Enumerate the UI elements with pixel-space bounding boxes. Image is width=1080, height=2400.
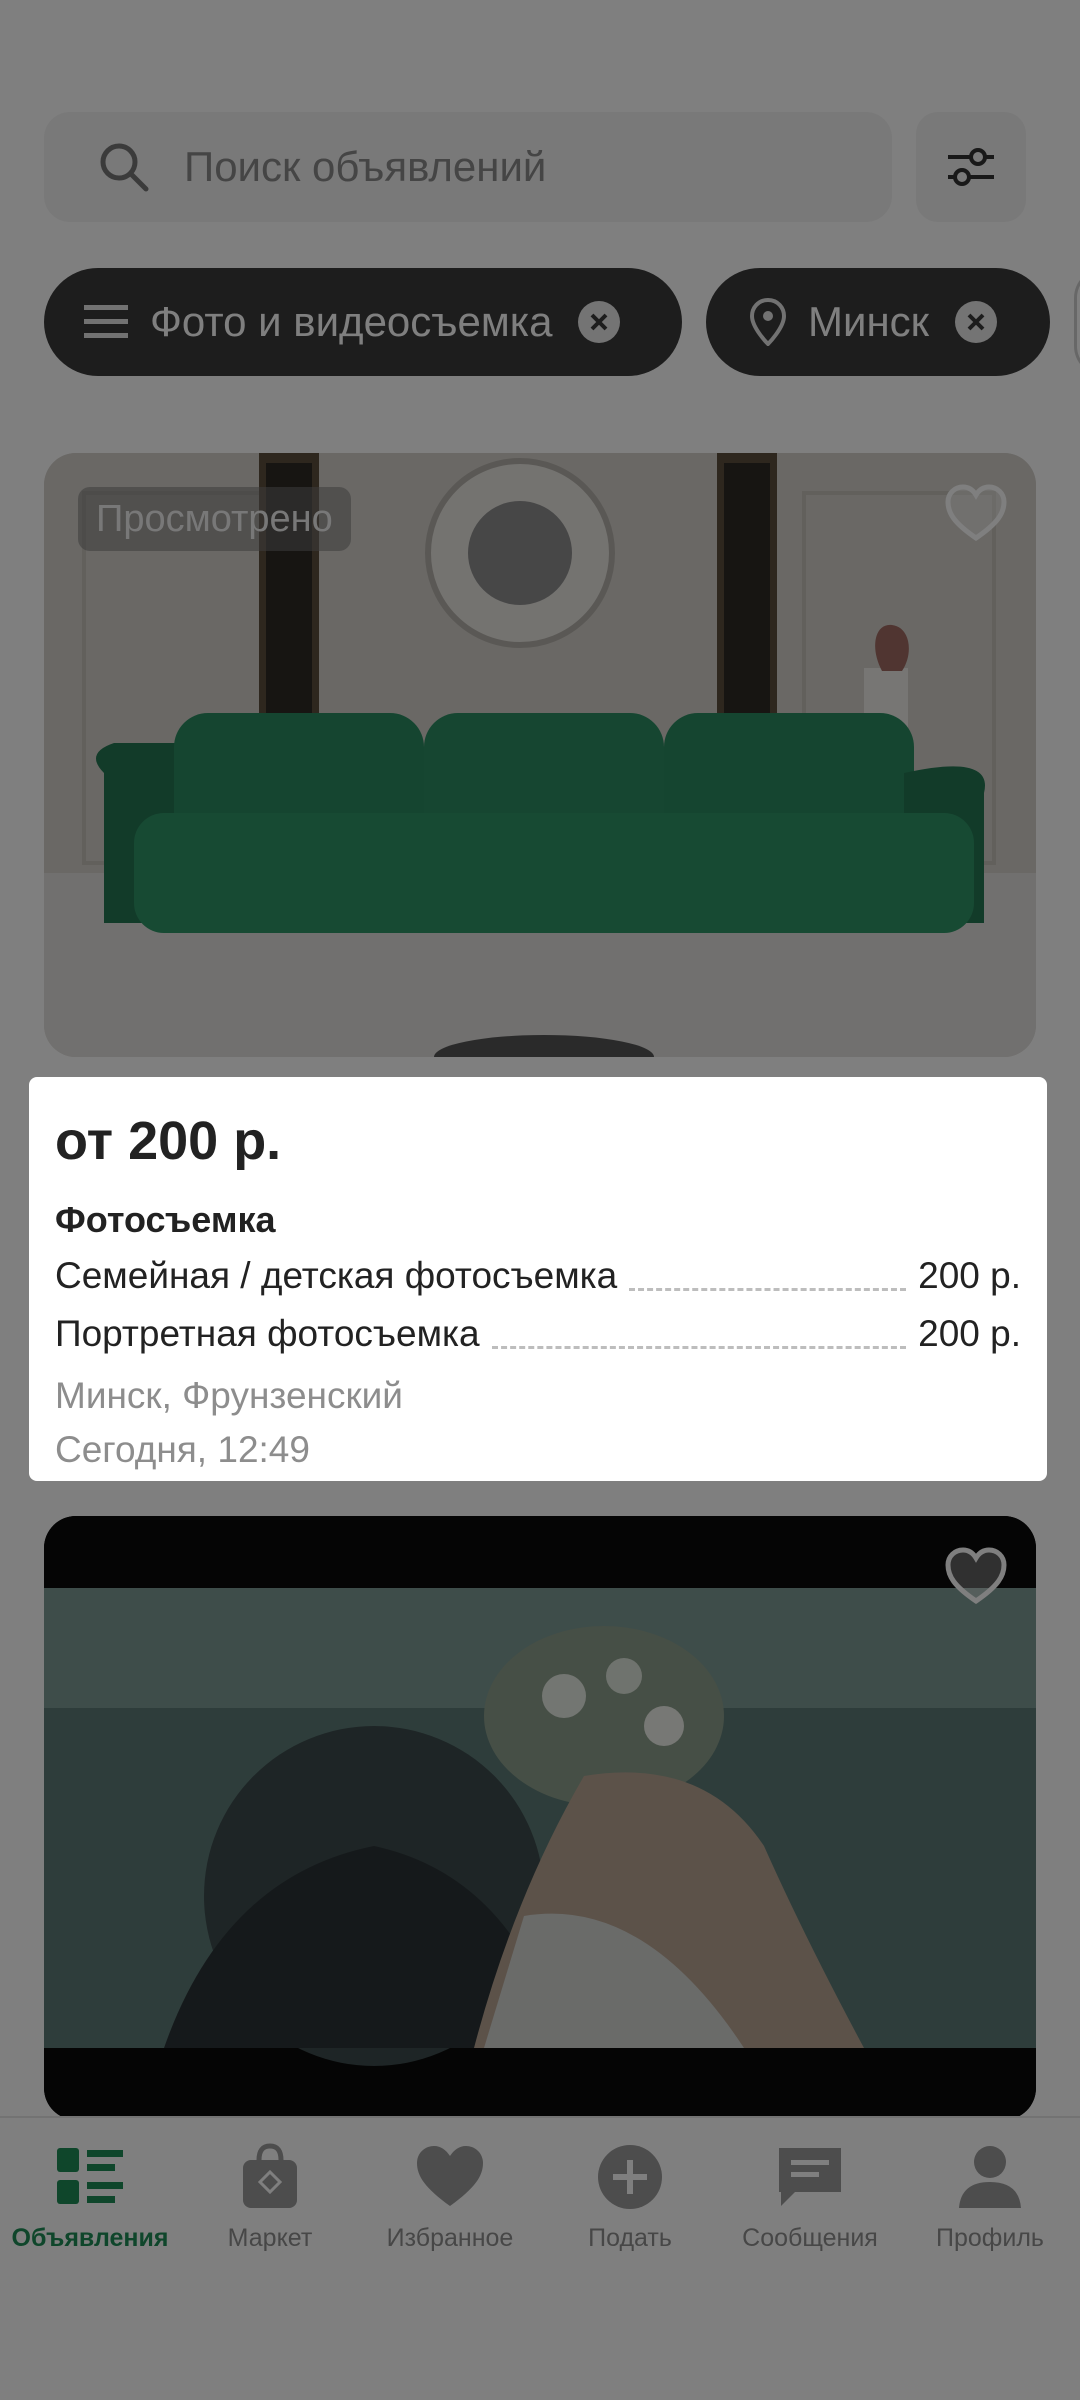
service-row: Портретная фотосъемка 200 р. — [55, 1305, 1021, 1363]
nav-label-profile: Профиль — [936, 2224, 1044, 2252]
listing-service-title: Фотосъемка — [55, 1199, 276, 1240]
listing-date: Сегодня, 12:49 — [55, 1429, 310, 1470]
service-price: 200 р. — [918, 1313, 1021, 1354]
app-screen: Поиск объявлений Фото и видеосъемка Минс… — [0, 0, 1080, 2400]
dotted-leader — [491, 1346, 907, 1349]
bottom-navigation: Объявления Маркет Избранное Подать Сообщ… — [0, 2116, 1080, 2266]
nav-label-messages: Сообщения — [742, 2224, 878, 2252]
add-circle-icon — [598, 2145, 662, 2209]
chip-category-close-icon[interactable] — [578, 301, 621, 343]
dotted-leader — [629, 1288, 907, 1291]
listing-price: от 200 р. — [55, 1111, 282, 1171]
nav-label-market: Маркет — [227, 2224, 313, 2252]
listing-image-2[interactable] — [44, 1516, 1036, 2120]
menu-icon — [84, 305, 128, 338]
nav-label-favorites: Избранное — [386, 2224, 514, 2252]
chip-location-close-icon[interactable] — [955, 301, 998, 343]
nav-item-market[interactable]: Маркет — [180, 2118, 360, 2266]
listing-image[interactable]: Просмотрено — [44, 453, 1036, 1057]
nav-label-post: Подать — [588, 2224, 672, 2252]
location-pin-icon — [750, 298, 786, 346]
chat-icon — [779, 2148, 841, 2206]
wedding-photo — [44, 1516, 1036, 2120]
nav-item-post[interactable]: Подать — [540, 2118, 720, 2266]
service-price: 200 р. — [918, 1255, 1021, 1296]
search-input[interactable]: Поиск объявлений — [44, 112, 892, 222]
chip-category[interactable]: Фото и видеосъемка — [44, 268, 682, 376]
heart-icon — [417, 2146, 483, 2206]
filter-button[interactable] — [916, 112, 1026, 222]
nav-item-listings[interactable]: Объявления — [0, 2118, 180, 2266]
listing-location: Минск, Фрунзенский — [55, 1375, 403, 1416]
market-bag-icon — [243, 2143, 297, 2208]
nav-item-messages[interactable]: Сообщения — [720, 2118, 900, 2266]
nav-item-favorites[interactable]: Избранное — [360, 2118, 540, 2266]
favorite-heart-icon-2[interactable] — [944, 1546, 1008, 1606]
favorite-heart-icon[interactable] — [944, 483, 1008, 543]
profile-icon — [959, 2146, 1021, 2208]
filter-sliders-icon — [948, 148, 994, 186]
listings-icon — [57, 2148, 123, 2204]
chip-location-label: Минск — [808, 298, 930, 345]
service-name: Семейная / детская фотосъемка — [55, 1255, 618, 1296]
nav-label-listings: Объявления — [11, 2224, 169, 2252]
chip-location[interactable]: Минск — [706, 268, 1050, 376]
nav-item-profile[interactable]: Профиль — [900, 2118, 1080, 2266]
chip-more-partial[interactable] — [1074, 268, 1080, 376]
chip-category-label: Фото и видеосъемка — [150, 298, 553, 345]
search-icon — [100, 143, 149, 192]
service-name: Портретная фотосъемка — [55, 1313, 480, 1354]
service-row: Семейная / детская фотосъемка 200 р. — [55, 1247, 1021, 1305]
viewed-badge: Просмотрено — [78, 487, 351, 551]
listing-info-panel[interactable]: от 200 р. Фотосъемка Семейная / детская … — [29, 1077, 1047, 1481]
search-placeholder: Поиск объявлений — [184, 143, 547, 190]
